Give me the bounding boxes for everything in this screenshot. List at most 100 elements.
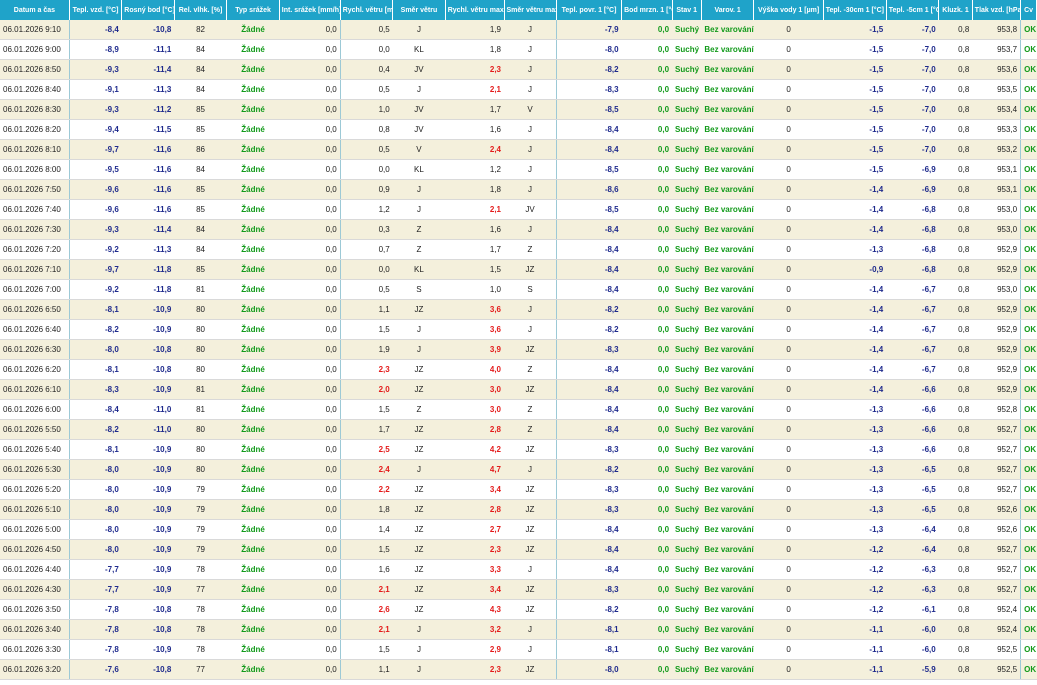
cell-rel-humidity: 84 xyxy=(174,39,227,60)
cell-wind-dir: JZ xyxy=(392,419,446,440)
column-header-precip-type[interactable]: Typ srážek xyxy=(226,0,280,20)
cell-slipperiness: 0,8 xyxy=(938,159,973,180)
cell-air-pressure: 953,0 xyxy=(972,219,1022,240)
column-header-warning[interactable]: Varov. 1 xyxy=(701,0,755,20)
cell-temp-30cm: -1,2 xyxy=(823,559,887,580)
cell-water-height: 0 xyxy=(753,219,824,240)
cell-wind-dir-max: JV xyxy=(504,199,557,220)
cell-air-pressure: 952,7 xyxy=(972,479,1022,500)
column-header-air-temp[interactable]: Tepl. vzd. [°C] xyxy=(69,0,123,20)
cell-surface-temp: -8,4 xyxy=(556,239,622,260)
cell-slipperiness: 0,8 xyxy=(938,539,973,560)
table-row: 06.01.2026 6:10 -8,3 -10,9 81 Žádné 0,0 2,0 JZ 3… xyxy=(0,379,1037,400)
column-header-wind-dir[interactable]: Směr větru xyxy=(392,0,446,20)
column-header-dew-point[interactable]: Rosný bod [°C] xyxy=(121,0,175,20)
cell-air-pressure: 952,7 xyxy=(972,419,1022,440)
cell-temp-5cm: -7,0 xyxy=(886,139,939,160)
cell-wind-dir: J xyxy=(392,339,446,360)
cell-temp-5cm: -6,6 xyxy=(886,399,939,420)
cell-precip-intensity: 0,0 xyxy=(279,399,341,420)
column-header-rel-humidity[interactable]: Rel. vlhk. [%] xyxy=(174,0,228,20)
cell-datetime: 06.01.2026 7:40 xyxy=(0,199,70,220)
cell-air-pressure: 953,1 xyxy=(972,159,1022,180)
column-header-wind-speed[interactable]: Rychl. větru [m/s] xyxy=(340,0,394,20)
column-header-datetime[interactable]: Datum a čas xyxy=(0,0,70,20)
cell-precip-intensity: 0,0 xyxy=(279,559,341,580)
cell-wind-speed: 0,0 xyxy=(340,159,393,180)
cell-surface-temp: -8,4 xyxy=(556,259,622,280)
column-header-temp-5cm[interactable]: Tepl. -5cm 1 [°C] xyxy=(886,0,940,20)
column-header-slipperiness[interactable]: Kluzk. 1 xyxy=(938,0,973,20)
cell-status: OK xyxy=(1020,319,1037,340)
cell-freeze-point: 0,0 xyxy=(621,79,673,100)
cell-dew-point: -10,9 xyxy=(121,439,175,460)
column-header-precip-intensity[interactable]: Int. srážek [mm/h] xyxy=(279,0,341,20)
cell-temp-5cm: -7,0 xyxy=(886,99,939,120)
cell-state: Suchý xyxy=(672,639,702,660)
table-row: 06.01.2026 6:40 -8,2 -10,9 80 Žádné 0,0 1,5 J 3,… xyxy=(0,319,1037,340)
cell-wind-dir-max: J xyxy=(504,299,557,320)
column-header-status[interactable]: Cv xyxy=(1020,0,1037,20)
cell-surface-temp: -8,1 xyxy=(556,619,622,640)
cell-wind-speed: 0,0 xyxy=(340,39,393,60)
cell-dew-point: -10,9 xyxy=(121,479,175,500)
column-header-state[interactable]: Stav 1 xyxy=(672,0,702,20)
cell-precip-type: Žádné xyxy=(226,279,280,300)
cell-warning: Bez varování xyxy=(701,279,754,300)
cell-water-height: 0 xyxy=(753,179,824,200)
cell-status: OK xyxy=(1020,579,1037,600)
cell-air-pressure: 952,9 xyxy=(972,299,1022,320)
cell-temp-5cm: -6,5 xyxy=(886,479,939,500)
column-header-wind-dir-max[interactable]: Směr větru max xyxy=(504,0,557,20)
cell-wind-dir-max: J xyxy=(504,619,557,640)
cell-precip-type: Žádné xyxy=(226,239,280,260)
cell-wind-speed-max: 2,4 xyxy=(445,139,504,160)
cell-warning: Bez varování xyxy=(701,619,754,640)
cell-datetime: 06.01.2026 6:00 xyxy=(0,399,70,420)
cell-temp-5cm: -6,9 xyxy=(886,159,939,180)
column-header-air-pressure[interactable]: Tlak vzd. [hPa] xyxy=(972,0,1022,20)
cell-air-pressure: 952,4 xyxy=(972,599,1022,620)
cell-temp-30cm: -1,3 xyxy=(823,399,887,420)
cell-water-height: 0 xyxy=(753,599,824,620)
cell-wind-dir: JZ xyxy=(392,439,446,460)
cell-freeze-point: 0,0 xyxy=(621,119,673,140)
cell-water-height: 0 xyxy=(753,519,824,540)
cell-wind-dir-max: JZ xyxy=(504,339,557,360)
cell-air-temp: -7,8 xyxy=(69,599,122,620)
column-header-temp-30cm[interactable]: Tepl. -30cm 1 [°C] xyxy=(823,0,887,20)
cell-water-height: 0 xyxy=(753,99,824,120)
cell-precip-type: Žádné xyxy=(226,519,280,540)
cell-wind-dir-max: J xyxy=(504,79,557,100)
cell-precip-type: Žádné xyxy=(226,79,280,100)
cell-state: Suchý xyxy=(672,479,702,500)
cell-precip-type: Žádné xyxy=(226,459,280,480)
cell-water-height: 0 xyxy=(753,319,824,340)
cell-freeze-point: 0,0 xyxy=(621,179,673,200)
cell-status: OK xyxy=(1020,599,1037,620)
cell-state: Suchý xyxy=(672,499,702,520)
cell-wind-dir: KL xyxy=(392,39,446,60)
column-header-water-height[interactable]: Výška vody 1 [µm] xyxy=(753,0,824,20)
cell-wind-dir: S xyxy=(392,279,446,300)
table-row: 06.01.2026 9:00 -8,9 -11,1 84 Žádné 0,0 0,0 KL 1… xyxy=(0,39,1037,60)
column-header-freeze-point[interactable]: Bod mrzn. 1 [°C] xyxy=(621,0,673,20)
cell-precip-intensity: 0,0 xyxy=(279,619,341,640)
cell-state: Suchý xyxy=(672,519,702,540)
cell-state: Suchý xyxy=(672,279,702,300)
cell-water-height: 0 xyxy=(753,339,824,360)
cell-freeze-point: 0,0 xyxy=(621,499,673,520)
cell-temp-5cm: -6,0 xyxy=(886,619,939,640)
cell-wind-speed: 2,0 xyxy=(340,379,393,400)
cell-water-height: 0 xyxy=(753,639,824,660)
column-header-surface-temp[interactable]: Tepl. povr. 1 [°C] xyxy=(556,0,623,20)
cell-status: OK xyxy=(1020,639,1037,660)
cell-precip-type: Žádné xyxy=(226,299,280,320)
cell-wind-dir-max: JZ xyxy=(504,379,557,400)
cell-warning: Bez varování xyxy=(701,219,754,240)
cell-wind-dir: J xyxy=(392,199,446,220)
cell-warning: Bez varování xyxy=(701,20,754,40)
cell-datetime: 06.01.2026 6:50 xyxy=(0,299,70,320)
column-header-wind-speed-max[interactable]: Rychl. větru max [m/s] xyxy=(445,0,505,20)
cell-wind-dir: Z xyxy=(392,399,446,420)
